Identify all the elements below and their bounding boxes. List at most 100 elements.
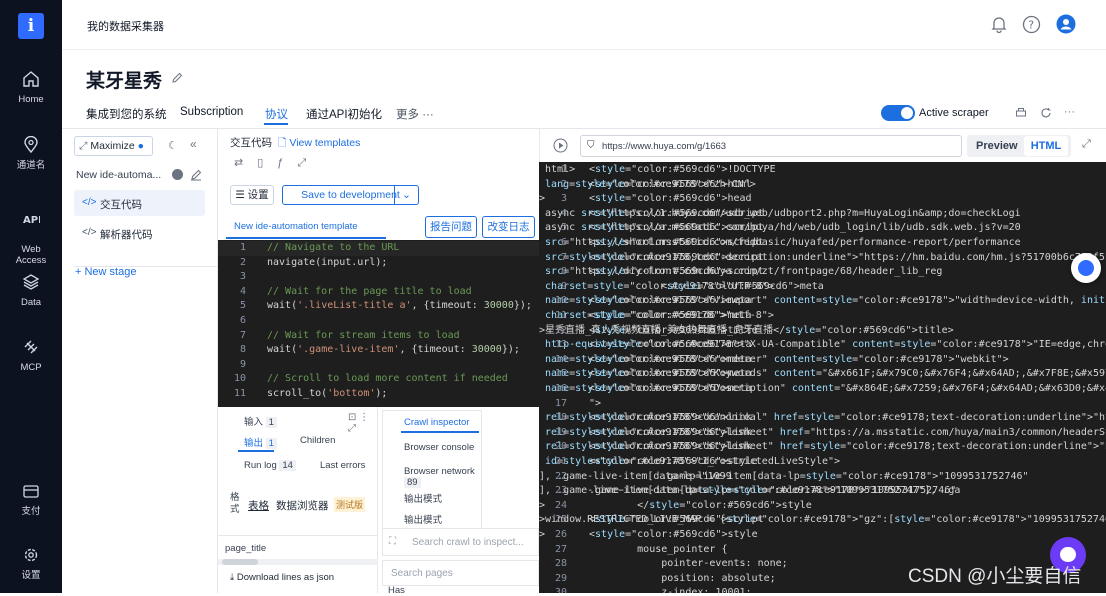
source-line: 9 <style="color:#569cd6">meta charset=st…: [545, 280, 824, 292]
play-icon[interactable]: [553, 138, 568, 153]
crawl-inspector-item[interactable]: Crawl inspector: [404, 417, 469, 428]
tab-api-init[interactable]: 通过API初始化: [306, 106, 382, 122]
nav-payment[interactable]: 支付: [0, 482, 62, 517]
nav-mcp[interactable]: MCP: [0, 338, 62, 373]
code-icon: </>: [82, 227, 97, 238]
stage-item-interaction[interactable]: </> 交互代码: [74, 190, 205, 216]
html-button[interactable]: HTML: [1024, 136, 1068, 156]
code-line: 6: [239, 315, 246, 326]
runlog-tab[interactable]: Run log 14: [244, 460, 296, 471]
format-label: 格式: [230, 492, 240, 515]
nav-settings[interactable]: 设置: [0, 546, 62, 581]
expand-browser-icon[interactable]: ⤢: [1082, 138, 1091, 151]
tab-more[interactable]: 更多 ···: [396, 106, 434, 122]
source-line: 6 <style="color:#569cd6">script src="http…: [545, 237, 1021, 248]
table-view-link[interactable]: 表格: [248, 498, 269, 513]
last-errors-tab[interactable]: Last errors: [320, 460, 365, 471]
template-tab[interactable]: New ide-automation template: [226, 217, 386, 239]
browser-console-item[interactable]: Browser console: [404, 442, 474, 453]
list-icon: ☰: [235, 189, 245, 201]
maximize-button[interactable]: ⤢ Maximize ●: [74, 136, 153, 156]
source-line: 4 <style="color:#569cd6">script async src…: [539, 207, 1021, 219]
gear-icon: [24, 548, 38, 562]
url-bar[interactable]: ⛉ https://www.huya.com/g/1663: [580, 135, 962, 157]
nav-channel[interactable]: 通道名: [0, 136, 62, 171]
page-title: 某牙星秀: [86, 71, 163, 92]
help-icon[interactable]: ?: [1022, 15, 1041, 34]
print-icon[interactable]: [1015, 107, 1027, 119]
settings-button[interactable]: ☰ 设置: [230, 185, 274, 205]
code-line: 11 scroll_to('bottom');: [233, 388, 388, 399]
data-browser-link[interactable]: 数据浏览器: [276, 498, 329, 513]
source-line: 3 <style="color:#569cd6">head >: [539, 193, 752, 205]
tab-subscription[interactable]: Subscription: [180, 106, 243, 118]
has-filter[interactable]: Has: [388, 585, 405, 596]
collapse-icon[interactable]: «: [190, 137, 197, 151]
source-line: 8 <style="color:#569cd6">script src="http…: [545, 266, 943, 278]
app-logo[interactable]: i: [18, 13, 44, 39]
more-options-icon[interactable]: ···: [1064, 106, 1075, 118]
report-issue-button[interactable]: 报告问题: [425, 216, 477, 238]
refresh-icon[interactable]: [1040, 107, 1052, 119]
view-templates-link[interactable]: 🗋 View templates: [278, 135, 360, 153]
source-line: 24 </style="color:#569cd6">style >: [539, 499, 812, 511]
svg-text:?: ?: [1028, 19, 1034, 32]
api-icon: API: [23, 215, 40, 226]
breadcrumb: 我的数据采集器: [87, 21, 164, 33]
code-line: 1// Navigate to the URL: [218, 241, 539, 256]
save-to-development-button[interactable]: Save to development ⌄: [282, 185, 419, 205]
theme-moon-icon[interactable]: ☾: [168, 139, 178, 152]
source-line: 25 <style="color:#569cd6">script >window.R…: [539, 514, 1106, 526]
panel-tools[interactable]: ⊡ ⋮ ⤢: [348, 412, 377, 434]
horizontal-scrollbar[interactable]: [218, 559, 378, 565]
active-scraper-toggle[interactable]: [881, 105, 915, 121]
nav-web-access[interactable]: API Web Access: [0, 200, 62, 266]
stage-item-parser[interactable]: </> 解析器代码: [74, 220, 205, 246]
search-crawl-input[interactable]: ⛶ Search crawl to inspect...: [382, 528, 539, 556]
active-scraper-label: Active scraper: [919, 107, 989, 119]
source-line: 18 <style="color:#569cd6">link rel=style=…: [545, 412, 1106, 424]
tab-integrate[interactable]: 集成到您的系统: [86, 106, 167, 122]
assistant-bubble[interactable]: [1071, 253, 1101, 283]
source-line: 27 mouse_pointer {: [554, 543, 728, 555]
source-line: 26 <style="color:#569cd6">style >: [539, 529, 758, 540]
source-line: 23 .game-live-item[data-lp=style="color:#…: [539, 485, 961, 497]
layers-icon: [22, 274, 40, 290]
expand-icon: ⛶: [389, 536, 396, 547]
preview-button[interactable]: Preview: [976, 140, 1018, 152]
code-editor[interactable]: 1// Navigate to the URL 2 navigate(input.u…: [218, 240, 539, 407]
code-line: 8 wait('.game-live-item', {timeout: 30000…: [239, 344, 520, 356]
user-icon[interactable]: [1056, 14, 1076, 34]
source-line: 19 <style="color:#569cd6">link rel=style=…: [545, 426, 1106, 438]
editor-tools[interactable]: ⇄▯ƒ⤢: [234, 156, 320, 170]
stage-panel: ⤢ Maximize ● ☾ « New ide-automa... </> 交…: [62, 128, 218, 593]
source-line: 2 <style="color:#569cd6">html lang=style=…: [545, 178, 756, 190]
source-line: 17 ">: [554, 397, 602, 409]
browser-network-item[interactable]: Browser network 89: [404, 466, 481, 488]
source-line: 14 <style="color:#569cd6">meta name=style…: [545, 353, 1009, 365]
watermark: CSDN @小尘要自信: [908, 566, 1082, 587]
output-mode-item-2[interactable]: 输出模式: [404, 512, 442, 526]
tab-protocol[interactable]: 协议: [265, 106, 288, 122]
bell-icon[interactable]: [990, 15, 1008, 33]
input-tab[interactable]: 输入 1: [244, 414, 277, 428]
edit-title-icon[interactable]: [171, 72, 183, 84]
beta-badge: 测试版: [334, 497, 366, 512]
code-icon: </>: [82, 197, 97, 208]
nav-data[interactable]: Data: [0, 273, 62, 308]
mcp-icon: [24, 340, 38, 354]
search-pages-input[interactable]: Search pages: [382, 560, 539, 586]
children-tab[interactable]: Children: [300, 435, 335, 446]
output-tab[interactable]: 输出 1: [244, 435, 277, 449]
output-mode-item[interactable]: 输出模式: [404, 491, 442, 505]
edit-template-icon[interactable]: [190, 169, 202, 181]
download-json-button[interactable]: ⤓ Download lines as json: [230, 572, 334, 583]
changelog-button[interactable]: 改变日志: [482, 216, 535, 238]
nav-home[interactable]: Home: [0, 70, 62, 105]
new-stage-button[interactable]: + New stage: [75, 266, 136, 278]
code-line: 7// Wait for stream items to load: [239, 329, 460, 341]
source-line: 12 <style="color:#569cd6">title >星秀直播_真人秀视…: [539, 324, 954, 336]
document-icon: 🗋: [278, 137, 287, 149]
html-source-view[interactable]: 1 <style="color:#569cd6">!DOCTYPE html> 2 <…: [539, 162, 1106, 593]
source-line: 16 <style="color:#569cd6">meta name=style…: [545, 383, 1106, 394]
